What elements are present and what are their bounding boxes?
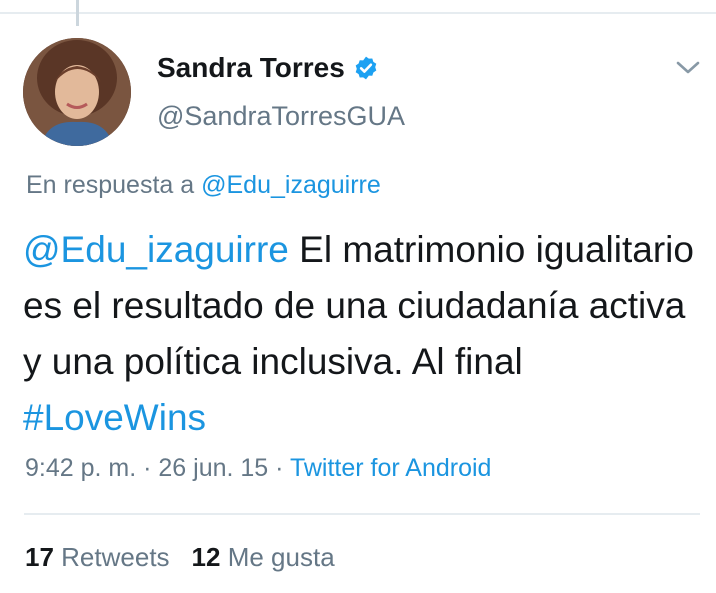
verified-badge-icon bbox=[355, 56, 377, 80]
chevron-down-icon[interactable] bbox=[674, 56, 702, 78]
tweet-text: @Edu_izaguirre El matrimonio igualitario… bbox=[23, 222, 703, 446]
hashtag-link[interactable]: #LoveWins bbox=[23, 397, 206, 438]
retweets-stat[interactable]: 17 Retweets bbox=[25, 542, 170, 572]
likes-count: 12 bbox=[191, 542, 221, 572]
author-handle[interactable]: @SandraTorresGUA bbox=[157, 101, 405, 132]
top-divider bbox=[0, 12, 716, 14]
thread-connector-line bbox=[76, 0, 79, 26]
meta-separator: · bbox=[136, 454, 159, 482]
retweets-label: Retweets bbox=[61, 542, 170, 572]
meta-separator: · bbox=[268, 454, 290, 482]
stats-divider bbox=[24, 513, 700, 515]
reply-mention-link[interactable]: @Edu_izaguirre bbox=[201, 171, 381, 199]
reply-context: En respuesta a @Edu_izaguirre bbox=[26, 171, 381, 200]
tweet-date[interactable]: 26 jun. 15 bbox=[158, 454, 268, 482]
retweets-count: 17 bbox=[25, 542, 54, 572]
tweet-time[interactable]: 9:42 p. m. bbox=[25, 454, 136, 482]
likes-stat[interactable]: 12 Me gusta bbox=[192, 542, 335, 572]
author-name-row[interactable]: Sandra Torres bbox=[157, 52, 379, 84]
tweet-mention-link[interactable]: @Edu_izaguirre bbox=[23, 229, 289, 270]
tweet-metadata: 9:42 p. m. · 26 jun. 15 · Twitter for An… bbox=[25, 454, 491, 483]
tweet-source-link[interactable]: Twitter for Android bbox=[290, 454, 491, 482]
reply-prefix: En respuesta a bbox=[26, 171, 195, 199]
avatar[interactable] bbox=[23, 38, 131, 146]
likes-label: Me gusta bbox=[227, 542, 335, 572]
author-display-name[interactable]: Sandra Torres bbox=[157, 52, 345, 84]
engagement-stats: 17 Retweets 12 Me gusta bbox=[25, 542, 335, 573]
